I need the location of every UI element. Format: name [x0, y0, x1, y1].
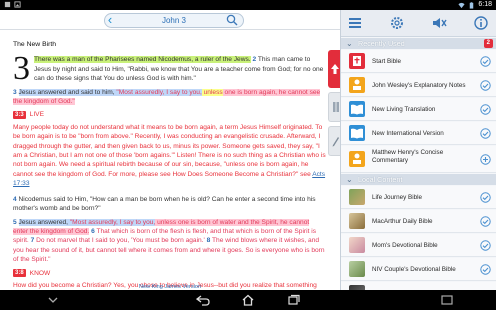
words-of-jesus[interactable]: "Most assuredly, I say to you, — [114, 88, 202, 96]
reference-selector[interactable]: John 3 — [104, 13, 244, 28]
reader-toolbar: John 3 ‹ — [0, 10, 340, 30]
note-title: LIVE — [29, 111, 44, 119]
list-item[interactable]: Matthew Henry's Concise Commentary — [341, 146, 496, 173]
check-icon[interactable] — [480, 56, 491, 67]
verse-4: 4 Nicodemus said to Him, "How can a man … — [13, 195, 326, 214]
list-item[interactable]: John Wesley's Explanatory Notes — [341, 74, 496, 97]
list-item[interactable]: NIV Couple's Devotional Bible — [341, 258, 496, 281]
bible-cover-icon — [349, 189, 365, 205]
clock: 6:18 — [478, 1, 492, 8]
chevron-down-icon: ⌄ — [346, 39, 353, 48]
list-item[interactable]: Mom's Devotional Bible — [341, 234, 496, 257]
panel-toolbar — [341, 10, 496, 37]
note-verse-badge: 3:8 — [13, 269, 26, 278]
battery-icon — [470, 1, 474, 9]
bible-cover-icon — [349, 213, 365, 229]
verse-3-highlight[interactable]: Jesus answered and said to him, — [18, 88, 115, 96]
check-icon[interactable] — [480, 80, 491, 91]
check-icon[interactable] — [480, 104, 491, 115]
system-nav-bar — [0, 290, 496, 310]
back-icon[interactable] — [196, 294, 210, 306]
words-of-jesus-highlight[interactable]: unless — [201, 88, 223, 96]
verse-number: 5 — [13, 218, 17, 226]
local-content-header[interactable]: ⌄ Local Content — [341, 174, 496, 185]
start-bible-icon — [349, 53, 365, 69]
words-of-jesus[interactable]: "Most assuredly, I say to you, — [68, 218, 156, 226]
check-icon[interactable] — [480, 240, 491, 251]
study-note-header[interactable]: 3:3 LIVE — [13, 110, 326, 120]
chapter-number: 3 — [13, 50, 30, 88]
image-notification-icon — [14, 1, 21, 8]
keyboard-hide-icon[interactable] — [46, 294, 60, 306]
up-arrow-icon — [331, 64, 339, 74]
check-icon[interactable] — [480, 192, 491, 203]
check-icon[interactable] — [480, 128, 491, 139]
verse-5: 5 Jesus answered, "Most assuredly, I say… — [13, 218, 326, 265]
verse-number: 3 — [13, 88, 17, 96]
recently-used-header[interactable]: ⌄ Recently Used 2 — [341, 38, 496, 49]
library-panel: ⌄ Recently Used 2 Start Bible John Wesle… — [340, 10, 496, 290]
search-icon[interactable] — [226, 14, 238, 26]
columns-icon — [332, 102, 339, 112]
list-item[interactable]: New Living Translation — [341, 98, 496, 121]
audio-mute-icon[interactable] — [431, 15, 447, 31]
verse-3: 3 Jesus answered and said to him, "Most … — [13, 88, 326, 107]
bible-cover-icon — [349, 261, 365, 277]
commentary-icon — [349, 151, 365, 167]
settings-icon[interactable] — [389, 15, 405, 31]
verse-1-highlight[interactable]: There was a man of the Pharisees named N… — [34, 56, 251, 64]
bible-text: The New Birth 3 There was a man of the P… — [13, 38, 326, 306]
bible-cover-icon — [349, 237, 365, 253]
wifi-icon — [458, 2, 465, 8]
recent-count-badge: 2 — [483, 39, 493, 48]
verse-4-text[interactable]: Nicodemus said to Him, "How can a man be… — [13, 196, 316, 212]
list-item[interactable]: Start Bible — [341, 50, 496, 73]
back-chevron-icon[interactable]: ‹ — [103, 13, 117, 27]
note-title: KNOW — [29, 269, 51, 277]
verse-paragraph-1: 3 There was a man of the Pharisees named… — [13, 50, 326, 88]
reference-label: John 3 — [161, 16, 187, 25]
notification-icon — [4, 1, 11, 8]
study-note-text: Many people today do not understand what… — [13, 123, 326, 189]
list-item[interactable]: Life Journey Bible — [341, 186, 496, 209]
book-icon — [349, 125, 365, 141]
verse-7-text[interactable]: Do not marvel that I said to you, 'You m… — [34, 237, 205, 244]
note-verse-badge: 3:3 — [13, 111, 26, 120]
list-item[interactable]: New International Version — [341, 122, 496, 145]
commentary-icon — [349, 77, 365, 93]
status-bar: 6:18 — [0, 0, 496, 10]
recent-apps-icon[interactable] — [287, 294, 301, 306]
pencil-icon — [332, 137, 339, 147]
section-heading: The New Birth — [13, 41, 57, 48]
info-icon[interactable] — [473, 15, 489, 31]
screenshot-icon[interactable] — [440, 294, 454, 306]
chevron-down-icon: ⌄ — [346, 175, 353, 184]
verse-5-highlight[interactable]: Jesus answered, — [18, 218, 68, 226]
add-icon[interactable] — [480, 154, 491, 165]
check-icon[interactable] — [480, 264, 491, 275]
reader-pane: John 3 ‹ The New Birth 3 There was a man… — [0, 10, 340, 298]
study-note-header[interactable]: 3:8 KNOW — [13, 269, 326, 278]
menu-icon[interactable] — [347, 15, 363, 31]
note-body: Many people today do not understand what… — [13, 123, 326, 178]
list-item[interactable] — [341, 282, 496, 290]
list-item[interactable]: MacArthur Daily Bible — [341, 210, 496, 233]
check-icon[interactable] — [480, 216, 491, 227]
home-icon[interactable] — [241, 294, 255, 306]
book-icon — [349, 101, 365, 117]
